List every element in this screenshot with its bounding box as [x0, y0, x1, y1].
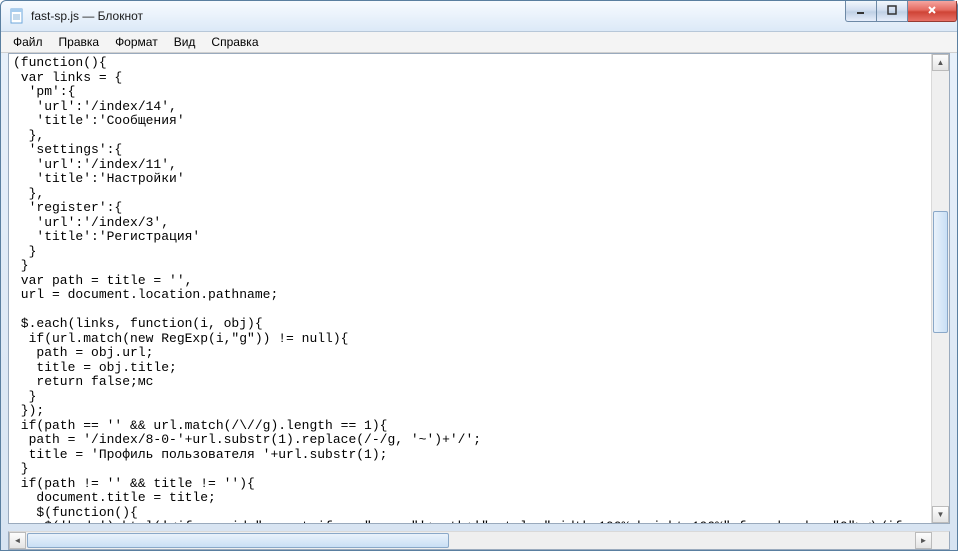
menu-file[interactable]: Файл: [5, 33, 51, 51]
close-icon: [926, 4, 938, 19]
editor-content[interactable]: (function(){ var links = { 'pm':{ 'url':…: [9, 54, 931, 523]
chevron-up-icon: ▲: [937, 59, 945, 67]
scroll-left-button[interactable]: ◄: [9, 532, 26, 549]
maximize-icon: [886, 4, 898, 19]
minimize-button[interactable]: [845, 1, 877, 22]
maximize-button[interactable]: [877, 1, 908, 22]
text-area[interactable]: (function(){ var links = { 'pm':{ 'url':…: [9, 54, 931, 523]
scrollbar-corner: [932, 532, 949, 549]
notepad-window: fast-sp.js — Блокнот Файл Правка Формат: [0, 0, 958, 551]
minimize-icon: [855, 4, 867, 19]
vertical-scroll-track[interactable]: [932, 71, 949, 506]
window-title: fast-sp.js — Блокнот: [31, 9, 845, 23]
horizontal-scrollbar[interactable]: ◄ ►: [8, 531, 950, 550]
chevron-left-icon: ◄: [14, 537, 22, 545]
vertical-scrollbar[interactable]: ▲ ▼: [931, 54, 949, 523]
chevron-down-icon: ▼: [937, 511, 945, 519]
menu-format[interactable]: Формат: [107, 33, 166, 51]
title-bar[interactable]: fast-sp.js — Блокнот: [1, 1, 957, 32]
menu-view[interactable]: Вид: [166, 33, 204, 51]
notepad-icon: [9, 8, 25, 24]
window-buttons: [845, 1, 957, 31]
chevron-right-icon: ►: [920, 537, 928, 545]
menu-bar: Файл Правка Формат Вид Справка: [1, 32, 957, 53]
horizontal-scroll-track[interactable]: [26, 532, 915, 549]
close-button[interactable]: [908, 1, 957, 22]
client-container: (function(){ var links = { 'pm':{ 'url':…: [1, 53, 957, 550]
horizontal-scroll-thumb[interactable]: [27, 533, 449, 548]
menu-help[interactable]: Справка: [203, 33, 266, 51]
vertical-scroll-thumb[interactable]: [933, 211, 948, 333]
scroll-down-button[interactable]: ▼: [932, 506, 949, 523]
scroll-up-button[interactable]: ▲: [932, 54, 949, 71]
menu-edit[interactable]: Правка: [51, 33, 108, 51]
scroll-right-button[interactable]: ►: [915, 532, 932, 549]
client-area: (function(){ var links = { 'pm':{ 'url':…: [8, 53, 950, 524]
